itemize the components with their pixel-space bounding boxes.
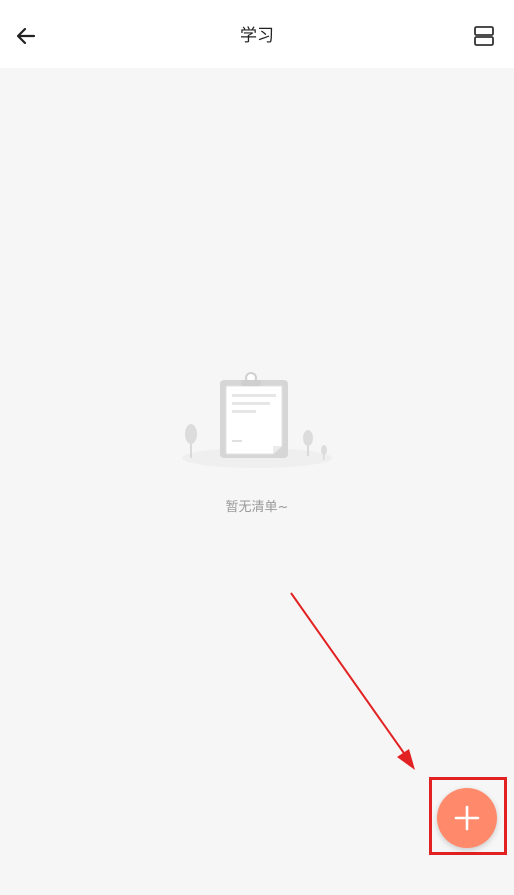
top-bar: 学习 <box>0 0 514 68</box>
app-screen: 学习 暂无清单~ <box>0 0 514 895</box>
split-view-icon <box>474 26 494 46</box>
empty-state-message: 暂无清单~ <box>225 500 289 515</box>
empty-clipboard-illustration <box>182 372 332 468</box>
layout-toggle-button[interactable] <box>466 18 502 54</box>
page-title: 学习 <box>240 26 274 46</box>
empty-state: 暂无清单~ <box>0 360 514 515</box>
add-list-button[interactable] <box>437 788 497 848</box>
arrow-left-icon <box>16 27 36 45</box>
back-button[interactable] <box>8 18 44 54</box>
plus-icon <box>454 805 480 831</box>
